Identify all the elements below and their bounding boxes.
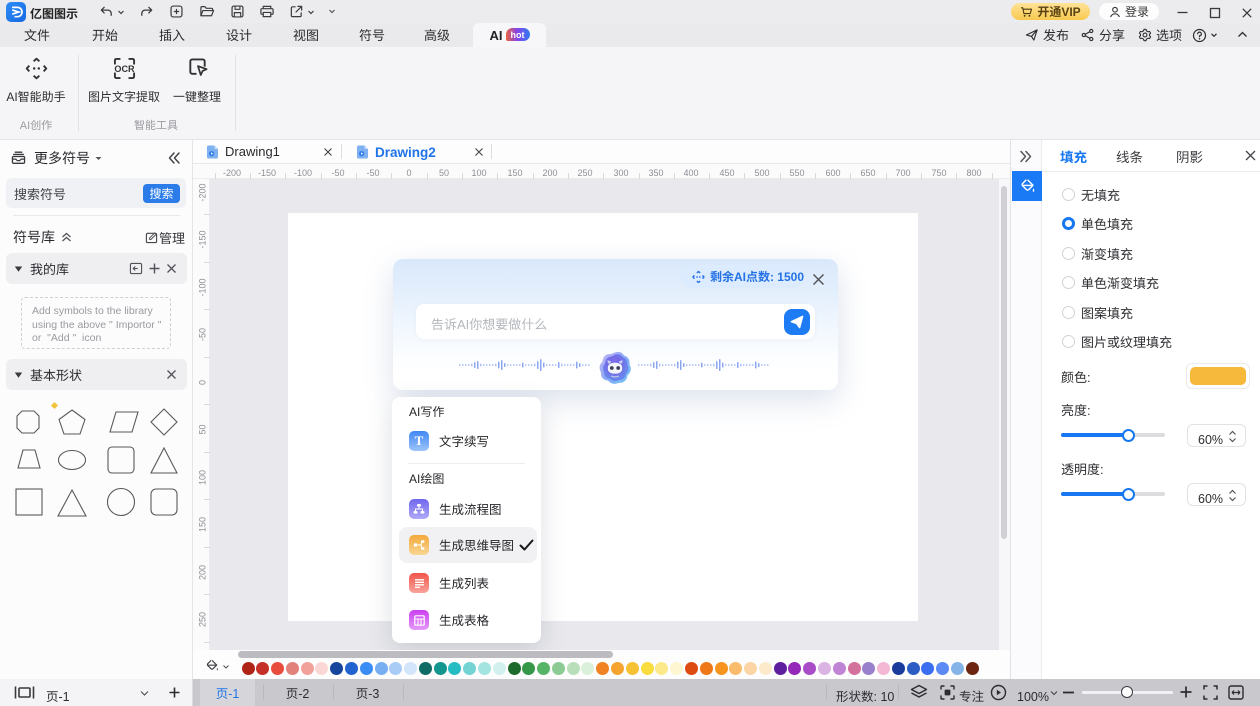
svg-text:OCR: OCR (114, 64, 135, 74)
